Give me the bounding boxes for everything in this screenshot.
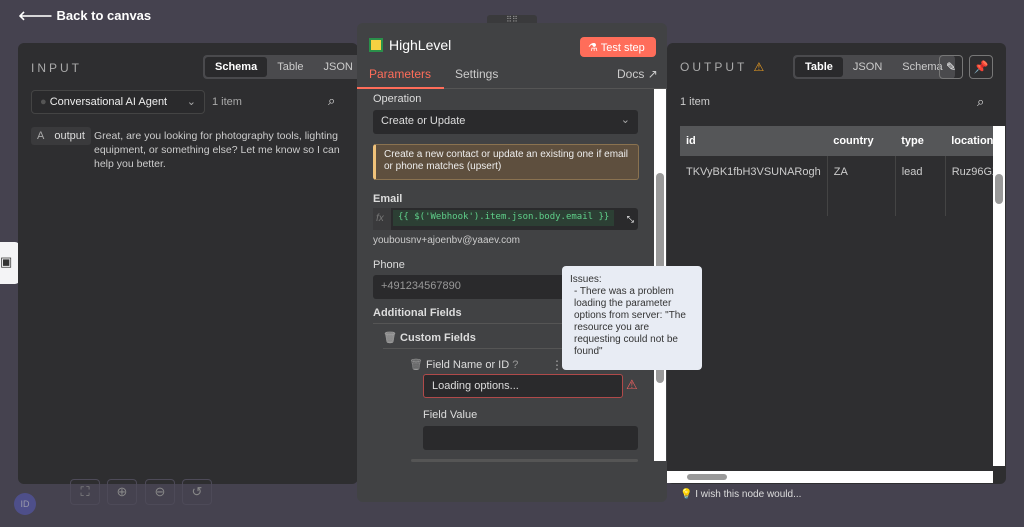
issues-tooltip: Issues: - There was a problem loading th…	[562, 266, 702, 370]
test-step-button[interactable]: ⚗ Test step	[580, 37, 656, 57]
node-parameters-panel: HighLevel ⚗ Test step Parameters Setting…	[357, 23, 667, 502]
zoom-out-icon[interactable]: ⊖	[145, 479, 175, 505]
warning-icon[interactable]: ⚠	[626, 377, 638, 393]
horizontal-scrollbar[interactable]	[667, 471, 993, 483]
operation-notice: Create a new contact or update an existi…	[373, 144, 639, 180]
warning-icon: ⚠	[753, 60, 765, 74]
node-tabs: Parameters Settings Docs ↗	[357, 67, 667, 89]
field-name-label: 🗑 Field Name or ID ?	[409, 359, 519, 371]
help-icon[interactable]: ?	[512, 359, 518, 371]
chevron-down-icon: ⌄	[186, 96, 196, 108]
tab-json[interactable]: JSON	[314, 57, 363, 77]
email-label: Email	[373, 193, 403, 205]
output-table-wrap: id country type location TKVyBK1fbH3VSUNARo…	[680, 126, 994, 471]
field-value-input[interactable]	[423, 426, 638, 450]
operation-label: Operation	[373, 93, 422, 105]
tab-json[interactable]: JSON	[843, 57, 892, 77]
highlevel-logo-icon	[369, 38, 383, 52]
reset-icon[interactable]: ↺	[182, 479, 212, 505]
feedback-link[interactable]: 💡 I wish this node would...	[680, 489, 801, 500]
trash-icon[interactable]: 🗑	[409, 359, 423, 371]
search-icon[interactable]: ⌕	[328, 93, 335, 109]
output-panel: OUTPUT ⚠ Table JSON Schema ✎ 📌 1 item ⌕ …	[667, 43, 1006, 484]
phone-label: Phone	[373, 259, 405, 271]
search-icon[interactable]: ⌕	[977, 94, 984, 110]
tab-table[interactable]: Table	[795, 57, 843, 77]
flask-icon: ⚗	[588, 42, 598, 54]
trash-icon[interactable]: 🗑	[383, 332, 397, 344]
divider	[411, 459, 638, 462]
item-count: 1 item	[212, 96, 242, 108]
node-title: HighLevel	[389, 37, 452, 53]
edit-pencil-icon[interactable]: ✎	[939, 55, 963, 79]
node-header: HighLevel	[369, 37, 451, 53]
arrow-left-icon: 🡐	[18, 8, 57, 23]
output-title: OUTPUT ⚠	[680, 60, 765, 74]
zoom-in-icon[interactable]: ⊕	[107, 479, 137, 505]
email-resolved-value: youbousnv+ajoenbv@yaaev.com	[373, 235, 521, 246]
field-value-label: Field Value	[423, 409, 478, 421]
schema-field-pill: Aoutput	[31, 127, 91, 145]
node-select[interactable]: ● Conversational AI Agent ⌄	[31, 90, 205, 114]
item-count: 1 item	[680, 96, 710, 108]
tab-settings[interactable]: Settings	[455, 67, 498, 81]
input-view-tabs: Schema Table JSON	[203, 55, 365, 79]
operation-select[interactable]: Create or Update ⌄	[373, 110, 638, 134]
field-value: Great, are you looking for photography t…	[94, 130, 340, 170]
fx-icon: fx	[373, 208, 391, 230]
input-panel: INPUT Schema Table JSON ● Conversational…	[18, 43, 365, 484]
lightbulb-icon: 💡	[680, 489, 693, 500]
docs-link[interactable]: Docs ↗	[617, 67, 658, 81]
expand-icon[interactable]: ⤡	[623, 208, 638, 230]
column-header: location	[945, 126, 994, 156]
vertical-scrollbar[interactable]	[993, 126, 1005, 466]
tab-parameters[interactable]: Parameters	[357, 67, 444, 89]
column-header: country	[827, 126, 896, 156]
avatar[interactable]: ID	[14, 493, 36, 515]
output-view-tabs: Table JSON Schema	[793, 55, 955, 79]
tab-table[interactable]: Table	[267, 57, 313, 77]
email-expression-field[interactable]: fx {{ $('Webhook').item.json.body.email …	[373, 208, 638, 230]
input-title: INPUT	[31, 61, 82, 75]
back-to-canvas-link[interactable]: 🡐 Back to canvas	[18, 8, 151, 24]
tab-schema[interactable]: Schema	[205, 57, 268, 77]
robot-node-icon[interactable]: ▣	[0, 242, 20, 284]
column-header: type	[895, 126, 946, 156]
chevron-down-icon: ⌄	[620, 114, 630, 126]
string-type-icon: A	[37, 130, 45, 142]
pin-icon[interactable]: 📌	[969, 55, 993, 79]
fit-view-icon[interactable]: ⛶	[70, 479, 100, 505]
field-name-select[interactable]: Loading options...	[423, 374, 623, 398]
output-table: id country type location TKVyBK1fbH3VSUNARo…	[680, 126, 994, 216]
table-row: TKVyBK1fbH3VSUNARoghZAleadRuz96GZ	[680, 156, 994, 216]
column-header: id	[680, 126, 828, 156]
external-link-icon: ↗	[647, 67, 658, 81]
